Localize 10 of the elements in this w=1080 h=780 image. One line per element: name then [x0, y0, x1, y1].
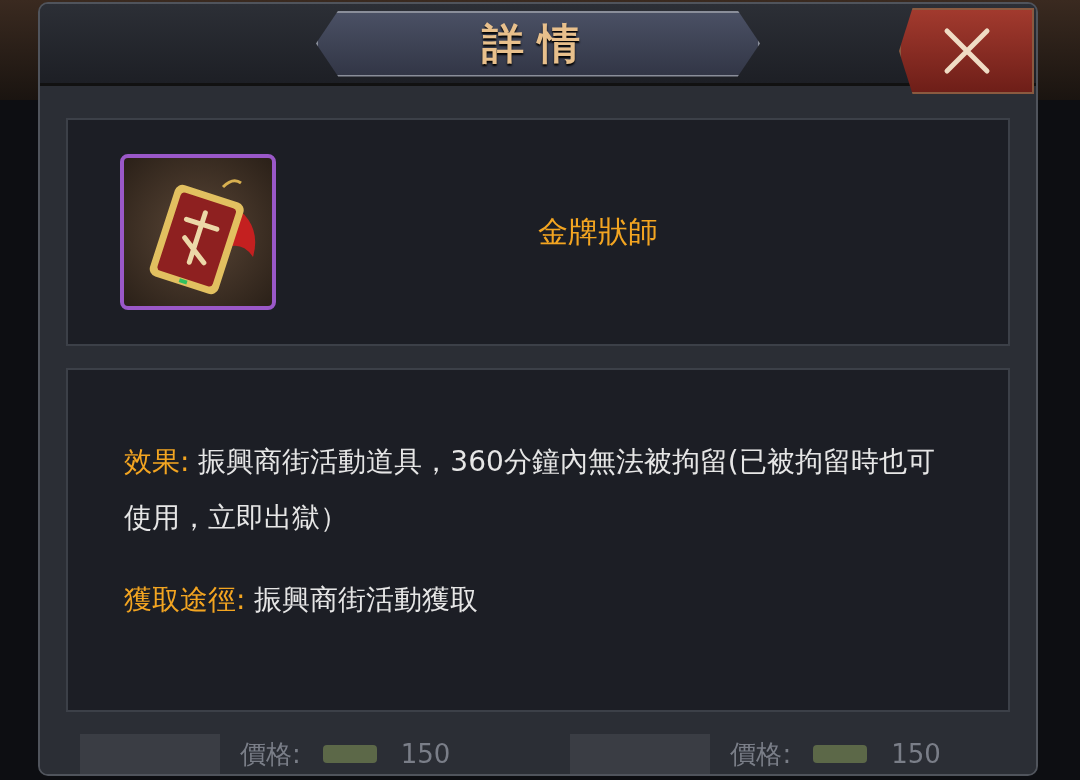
price-value: 150 — [400, 739, 451, 769]
price-value: 150 — [891, 739, 941, 769]
detail-text: 效果: 振興商街活動道具，360分鐘內無法被拘留(已被拘留時也可使用，立即出獄） — [124, 444, 936, 536]
price-label: 價格: — [240, 737, 301, 771]
item-icon — [120, 154, 276, 310]
detail-text: 獲取途徑: 振興商街活動獲取 — [124, 582, 480, 618]
close-button[interactable] — [899, 8, 1034, 94]
item-name: 金牌狀師 — [538, 212, 658, 251]
dialog-title: 詳情 — [482, 17, 594, 70]
price-label: 價格: — [730, 737, 792, 771]
